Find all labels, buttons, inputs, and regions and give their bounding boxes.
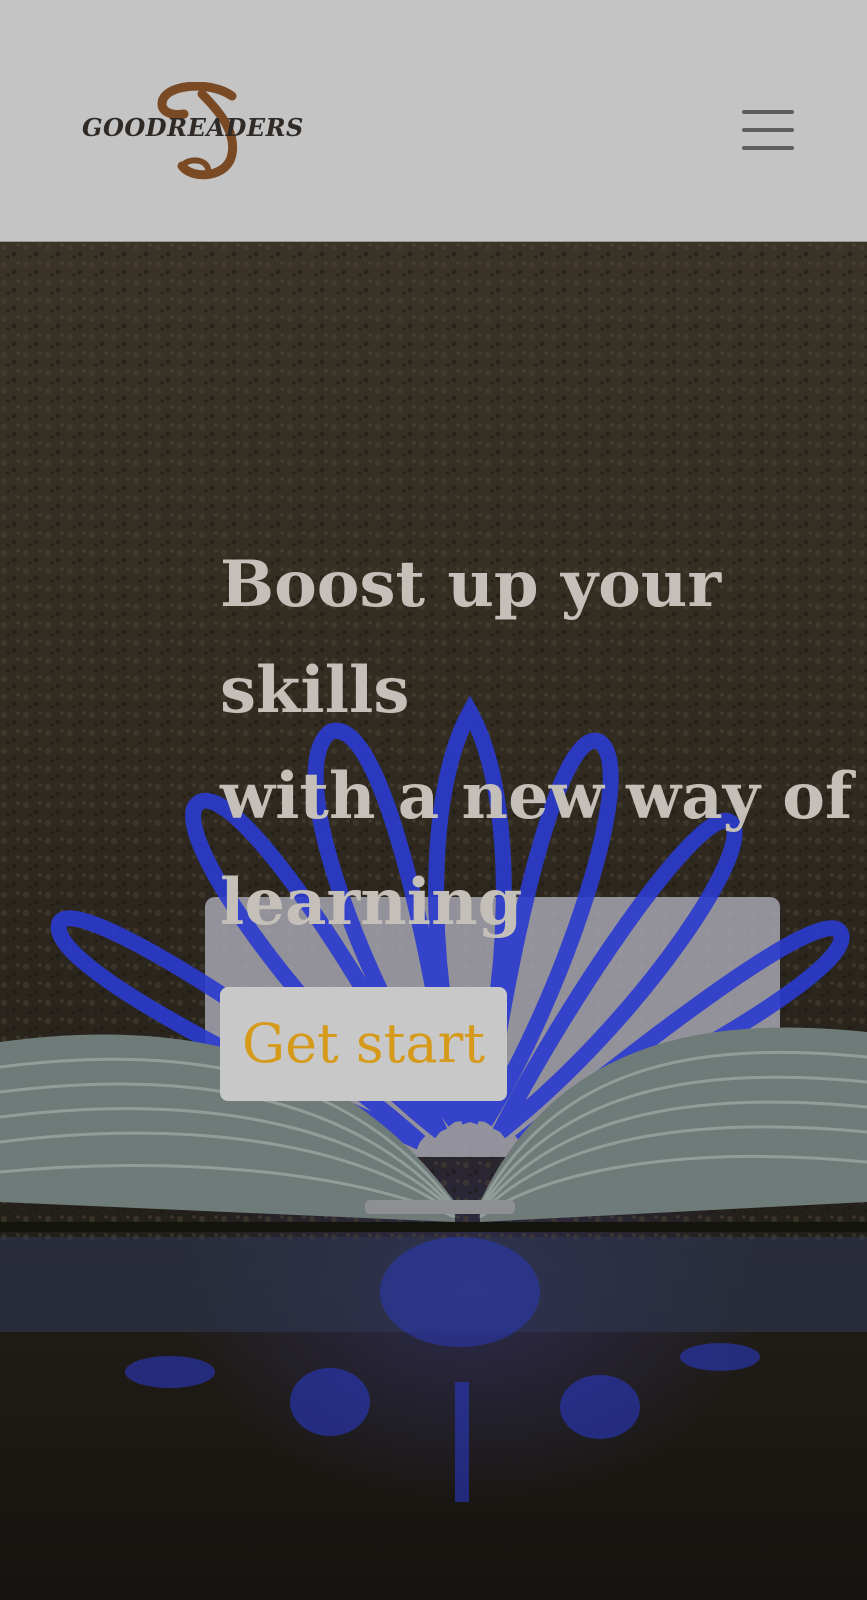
hamburger-menu-icon (742, 128, 794, 132)
top-navbar: GOODREADERS (0, 0, 867, 242)
hamburger-menu-icon (742, 110, 794, 114)
hamburger-menu-button[interactable] (738, 106, 794, 154)
logo-wordmark: GOODREADERS (82, 113, 304, 142)
goodreaders-logo[interactable]: GOODREADERS (82, 82, 322, 182)
hero-headline-line: skills (220, 653, 410, 728)
hamburger-menu-icon (742, 146, 794, 150)
hero-headline-line: Boost up your (220, 547, 722, 622)
hero-headline-line: learning (220, 865, 523, 940)
hero-section: Boost up your skills with a new way of l… (0, 242, 867, 1600)
hero-headline: Boost up your skills with a new way of l… (220, 532, 867, 956)
get-start-button[interactable]: Get start (220, 987, 507, 1101)
hero-headline-line: with a new way of (220, 759, 853, 834)
